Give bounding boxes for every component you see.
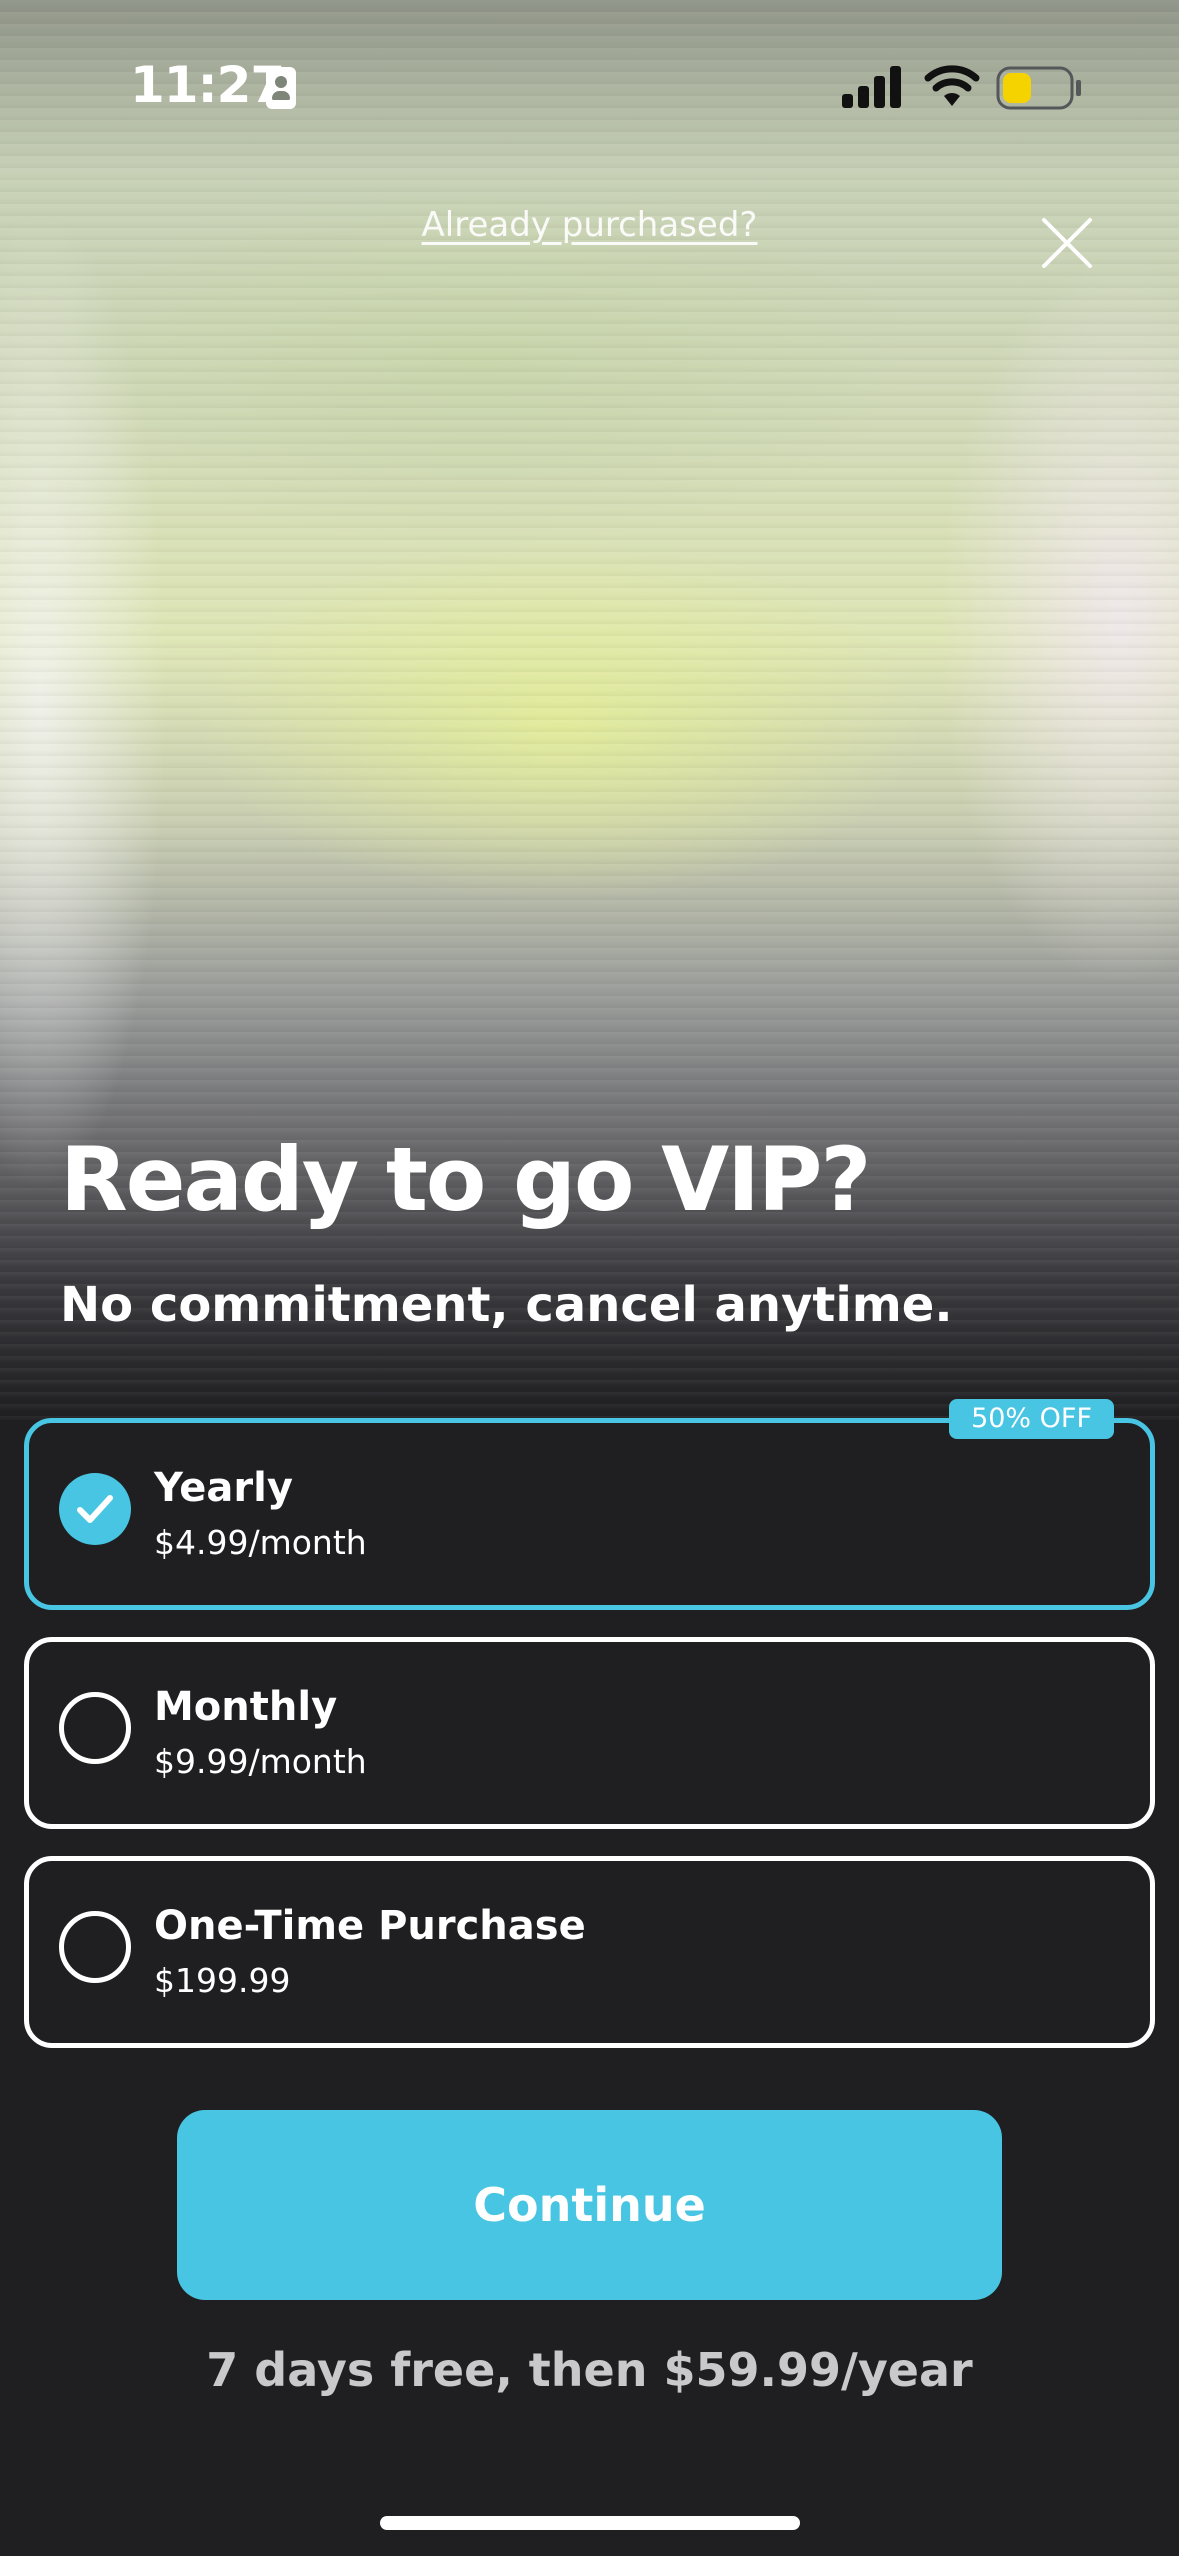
trial-terms-text: 7 days free, then $59.99/year <box>206 2343 973 2397</box>
battery-icon <box>996 66 1081 110</box>
discount-badge: 50% OFF <box>949 1399 1114 1439</box>
id-badge-icon <box>266 67 296 109</box>
plan-option-monthly[interactable]: Monthly $9.99/month <box>24 1637 1155 1829</box>
plan-name: One-Time Purchase <box>154 1903 586 1949</box>
page-title: Ready to go VIP? <box>60 1128 871 1231</box>
plan-name: Monthly <box>154 1684 338 1730</box>
status-time: 11:27 <box>130 56 285 114</box>
plan-price: $4.99/month <box>154 1523 367 1562</box>
continue-button[interactable]: Continue <box>177 2110 1002 2300</box>
signal-icon <box>842 66 901 108</box>
wifi-icon <box>924 65 980 106</box>
close-icon[interactable] <box>1036 212 1098 274</box>
checkmark-icon <box>77 1495 113 1523</box>
paywall-screen: 11:27 Already purchased? Ready to go VIP… <box>0 0 1179 2556</box>
plan-name: Yearly <box>154 1465 293 1511</box>
plan-option-yearly[interactable]: Yearly $4.99/month 50% OFF <box>24 1399 1155 1610</box>
selected-radio[interactable] <box>59 1473 131 1545</box>
plan-price: $199.99 <box>154 1961 291 2000</box>
page-subtitle: No commitment, cancel anytime. <box>60 1277 953 1333</box>
unselected-radio[interactable] <box>59 1911 131 1983</box>
home-indicator[interactable] <box>380 2516 800 2530</box>
plan-option-one-time[interactable]: One-Time Purchase $199.99 <box>24 1856 1155 2048</box>
plan-price: $9.99/month <box>154 1742 367 1781</box>
unselected-radio[interactable] <box>59 1692 131 1764</box>
already-purchased-link[interactable]: Already purchased? <box>0 205 1179 245</box>
